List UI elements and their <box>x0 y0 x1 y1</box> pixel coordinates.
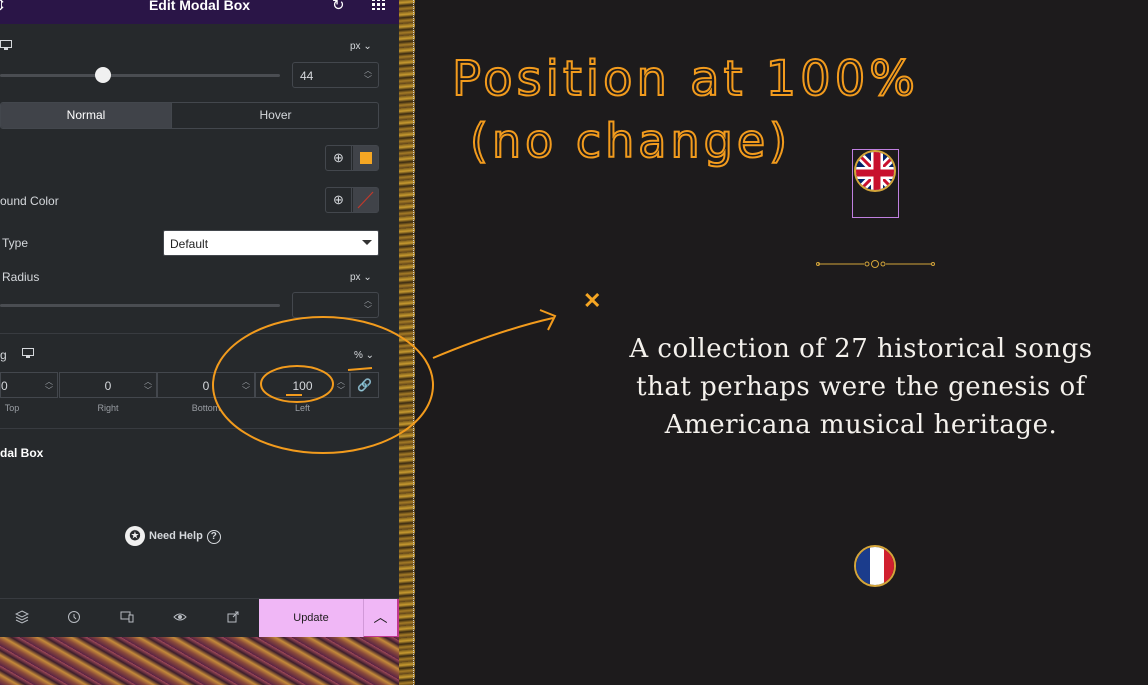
handwritten-annotation: Position at 100% (no change) <box>212 50 919 454</box>
screen: ⇕ Edit Modal Box ↻ px ⌄ 44 ︿ ﹀ Normal Hov… <box>0 0 1148 685</box>
annotation-line-1: Position at 100% <box>452 51 919 107</box>
annotation-line-2: (no change) <box>470 114 791 168</box>
